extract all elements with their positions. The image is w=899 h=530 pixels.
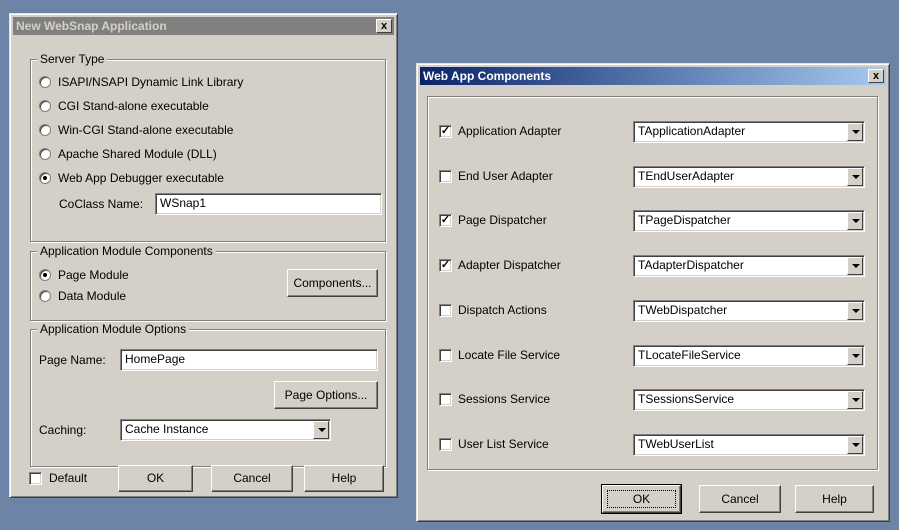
new-websnap-title: New WebSnap Application xyxy=(16,19,167,33)
radio-page-module[interactable] xyxy=(39,269,51,281)
page-dispatcher-label[interactable]: Page Dispatcher xyxy=(458,213,547,227)
web-app-components-dialog: Web App Components x ✓ Application Adapt… xyxy=(416,63,890,522)
chevron-down-icon[interactable] xyxy=(847,302,863,320)
default-checkbox[interactable] xyxy=(29,472,42,485)
new-websnap-dialog: New WebSnap Application x Server Type IS… xyxy=(9,13,398,498)
ok-button[interactable]: OK xyxy=(118,465,193,492)
adapter-dispatcher-label[interactable]: Adapter Dispatcher xyxy=(458,258,561,272)
radio-isapi-label[interactable]: ISAPI/NSAPI Dynamic Link Library xyxy=(58,75,243,89)
locate-file-service-select-value: TLocateFileService xyxy=(638,348,741,362)
new-websnap-title-bar[interactable]: New WebSnap Application x xyxy=(13,17,394,35)
application-adapter-checkbox[interactable]: ✓ xyxy=(439,125,452,138)
coclass-name-input[interactable]: WSnap1 xyxy=(155,193,382,215)
components-help-button[interactable]: Help xyxy=(795,485,874,513)
dispatch-actions-select-value: TWebDispatcher xyxy=(638,303,728,317)
server-type-legend: Server Type xyxy=(37,52,108,66)
close-icon[interactable]: x xyxy=(868,69,884,83)
chevron-down-icon[interactable] xyxy=(847,347,863,365)
module-components-legend: Application Module Components xyxy=(37,244,216,258)
web-app-components-title: Web App Components xyxy=(423,69,551,83)
page-name-input[interactable]: HomePage xyxy=(120,349,378,371)
radio-apache-label[interactable]: Apache Shared Module (DLL) xyxy=(58,147,217,161)
locate-file-service-select[interactable]: TLocateFileService xyxy=(633,345,865,367)
chevron-down-icon[interactable] xyxy=(847,123,863,141)
adapter-dispatcher-select[interactable]: TAdapterDispatcher xyxy=(633,255,865,277)
radio-cgi-label[interactable]: CGI Stand-alone executable xyxy=(58,99,209,113)
dispatch-actions-select[interactable]: TWebDispatcher xyxy=(633,300,865,322)
radio-cgi[interactable] xyxy=(39,100,51,112)
components-ok-button[interactable]: OK xyxy=(601,484,682,514)
page-options-button[interactable]: Page Options... xyxy=(274,381,378,409)
end-user-adapter-select-value: TEndUserAdapter xyxy=(638,169,735,183)
end-user-adapter-select[interactable]: TEndUserAdapter xyxy=(633,166,865,188)
user-list-service-select[interactable]: TWebUserList xyxy=(633,434,865,456)
radio-win-cgi[interactable] xyxy=(39,124,51,136)
radio-isapi[interactable] xyxy=(39,76,51,88)
adapter-dispatcher-select-value: TAdapterDispatcher xyxy=(638,258,744,272)
end-user-adapter-checkbox[interactable] xyxy=(439,170,452,183)
caching-select[interactable]: Cache Instance xyxy=(120,419,331,441)
page-name-label: Page Name: xyxy=(39,353,106,367)
user-list-service-checkbox[interactable] xyxy=(439,438,452,451)
radio-apache[interactable] xyxy=(39,148,51,160)
chevron-down-icon[interactable] xyxy=(847,391,863,409)
adapter-dispatcher-checkbox[interactable]: ✓ xyxy=(439,259,452,272)
page-dispatcher-checkbox[interactable]: ✓ xyxy=(439,214,452,227)
focus-rectangle xyxy=(607,490,676,508)
page-dispatcher-select-value: TPageDispatcher xyxy=(638,213,731,227)
user-list-service-select-value: TWebUserList xyxy=(638,437,714,451)
components-button[interactable]: Components... xyxy=(287,269,378,297)
chevron-down-icon[interactable] xyxy=(847,212,863,230)
sessions-service-checkbox[interactable] xyxy=(439,393,452,406)
radio-data-module[interactable] xyxy=(39,290,51,302)
dispatch-actions-checkbox[interactable] xyxy=(439,304,452,317)
radio-page-module-label[interactable]: Page Module xyxy=(58,268,129,282)
application-adapter-label[interactable]: Application Adapter xyxy=(458,124,561,138)
chevron-down-icon[interactable] xyxy=(847,257,863,275)
components-group xyxy=(427,96,878,470)
components-cancel-button[interactable]: Cancel xyxy=(699,485,781,513)
application-adapter-select-value: TApplicationAdapter xyxy=(638,124,746,138)
close-icon[interactable]: x xyxy=(376,19,392,33)
chevron-down-icon[interactable] xyxy=(847,168,863,186)
sessions-service-select-value: TSessionsService xyxy=(638,392,735,406)
radio-data-module-label[interactable]: Data Module xyxy=(58,289,126,303)
page-dispatcher-select[interactable]: TPageDispatcher xyxy=(633,210,865,232)
radio-web-app-debugger[interactable] xyxy=(39,172,51,184)
chevron-down-icon[interactable] xyxy=(847,436,863,454)
default-checkbox-label[interactable]: Default xyxy=(49,471,87,485)
chevron-down-icon[interactable] xyxy=(313,421,329,439)
dispatch-actions-label[interactable]: Dispatch Actions xyxy=(458,303,547,317)
coclass-name-label: CoClass Name: xyxy=(59,197,144,211)
sessions-service-select[interactable]: TSessionsService xyxy=(633,389,865,411)
radio-web-app-debugger-label[interactable]: Web App Debugger executable xyxy=(58,171,224,185)
cancel-button[interactable]: Cancel xyxy=(211,465,293,492)
locate-file-service-label[interactable]: Locate File Service xyxy=(458,348,560,362)
radio-win-cgi-label[interactable]: Win-CGI Stand-alone executable xyxy=(58,123,233,137)
application-adapter-select[interactable]: TApplicationAdapter xyxy=(633,121,865,143)
module-options-legend: Application Module Options xyxy=(37,322,190,336)
locate-file-service-checkbox[interactable] xyxy=(439,349,452,362)
sessions-service-label[interactable]: Sessions Service xyxy=(458,392,550,406)
end-user-adapter-label[interactable]: End User Adapter xyxy=(458,169,553,183)
caching-label: Caching: xyxy=(39,423,87,437)
caching-select-value: Cache Instance xyxy=(125,422,209,436)
help-button[interactable]: Help xyxy=(304,465,384,492)
user-list-service-label[interactable]: User List Service xyxy=(458,437,549,451)
web-app-components-title-bar[interactable]: Web App Components x xyxy=(420,67,886,85)
